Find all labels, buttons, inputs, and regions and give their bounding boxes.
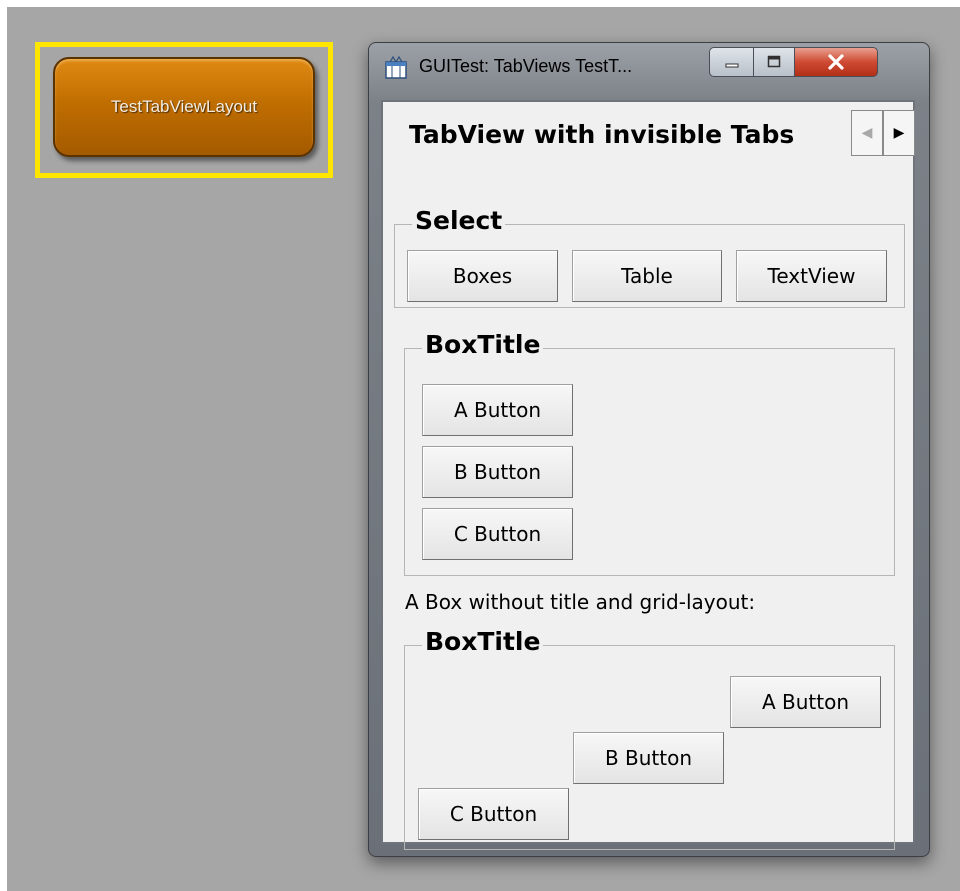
arrow-left-icon: ◀ bbox=[861, 125, 873, 141]
close-button[interactable] bbox=[794, 47, 878, 77]
launcher-label: TestTabViewLayout bbox=[110, 97, 258, 116]
box1-b-button[interactable]: B Button bbox=[422, 446, 573, 498]
window-title: GUITest: TabViews TestT... bbox=[419, 56, 633, 76]
tab-scroll-buttons: ◀ ▶ bbox=[851, 110, 917, 158]
arrow-right-icon: ▶ bbox=[893, 125, 905, 141]
test-tabview-layout-button[interactable]: TestTabViewLayout bbox=[53, 57, 315, 157]
maximize-button[interactable] bbox=[753, 47, 795, 77]
caption-buttons bbox=[709, 47, 919, 81]
box2-c-button[interactable]: C Button bbox=[418, 788, 569, 840]
guitest-window: GUITest: TabViews TestT... TabView with bbox=[368, 42, 930, 857]
minimize-icon bbox=[725, 63, 738, 68]
table-button[interactable]: Table bbox=[572, 250, 722, 302]
window-titlebar[interactable]: GUITest: TabViews TestT... bbox=[369, 43, 929, 99]
box1-a-button[interactable]: A Button bbox=[422, 384, 573, 436]
minimize-button[interactable] bbox=[709, 47, 754, 77]
box2-b-button[interactable]: B Button bbox=[573, 732, 724, 784]
textview-button[interactable]: TextView bbox=[736, 250, 887, 302]
tab-scroll-left-button[interactable]: ◀ bbox=[851, 110, 883, 156]
boxes-button[interactable]: Boxes bbox=[407, 250, 558, 302]
tab-scroll-right-button[interactable]: ▶ bbox=[883, 110, 915, 156]
app-icon bbox=[385, 56, 407, 79]
window-client-area: TabView with invisible Tabs ◀ ▶ Select B… bbox=[381, 100, 917, 850]
box1-c-button[interactable]: C Button bbox=[422, 508, 573, 560]
box2-title: BoxTitle bbox=[422, 627, 544, 656]
box2-a-button[interactable]: A Button bbox=[730, 676, 881, 728]
box1-title: BoxTitle bbox=[422, 330, 544, 359]
tabview-title: TabView with invisible Tabs bbox=[409, 120, 795, 149]
select-group-title: Select bbox=[412, 206, 506, 235]
box-grid-layout-label: A Box without title and grid-layout: bbox=[405, 590, 756, 614]
maximize-icon bbox=[767, 55, 781, 68]
close-icon bbox=[828, 54, 844, 70]
